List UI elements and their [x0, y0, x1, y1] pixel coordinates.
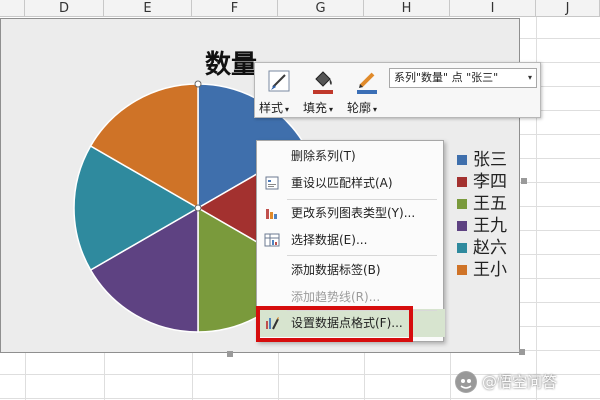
menu-item-label: 重设以匹配样式(A)	[291, 176, 393, 190]
column-header-f[interactable]: F	[192, 0, 278, 17]
grid-line	[104, 353, 105, 400]
legend-label: 王小	[473, 260, 507, 280]
annotation-highlight-box	[256, 306, 413, 342]
legend-label: 王五	[473, 194, 507, 214]
resize-handle-bottom[interactable]	[227, 351, 233, 357]
menu-separator	[287, 255, 437, 256]
menu-item-reset-style[interactable]: 重设以匹配样式(A)	[258, 171, 443, 195]
legend-item[interactable]: 王五	[457, 193, 527, 215]
grid-line	[0, 398, 600, 399]
legend-item[interactable]: 赵六	[457, 237, 527, 259]
reset-style-icon	[265, 176, 279, 190]
legend-swatch	[457, 243, 467, 253]
menu-item-select-data[interactable]: 选择数据(E)...	[258, 228, 443, 252]
menu-item-change-chart-type[interactable]: 更改系列图表类型(Y)...	[258, 201, 443, 225]
menu-item-label: 选择数据(E)...	[291, 233, 368, 247]
selection-handle[interactable]	[194, 80, 202, 88]
fill-button[interactable]: 填充 ▾	[303, 69, 343, 115]
chevron-down-icon: ▾	[373, 105, 378, 114]
chart-type-icon	[266, 209, 277, 219]
outline-label: 轮廓	[347, 101, 372, 115]
legend-item[interactable]: 李四	[457, 171, 527, 193]
legend-label: 李四	[473, 172, 507, 192]
grid-line	[25, 353, 26, 400]
outline-button[interactable]: 轮廓 ▾	[347, 69, 387, 115]
chevron-down-icon: ▾	[527, 73, 532, 82]
legend-item[interactable]: 王小	[457, 259, 527, 281]
column-header-g[interactable]: G	[278, 0, 364, 17]
column-header-d[interactable]: D	[25, 0, 104, 17]
grid-line	[450, 353, 451, 400]
legend-swatch	[457, 199, 467, 209]
column-header-i[interactable]: I	[450, 0, 536, 17]
chart-mini-toolbar[interactable]: 样式 ▾ 填充 ▾ 轮廓 ▾ 系列"数量" 点 "张三" ▾	[254, 62, 541, 118]
column-header-h[interactable]: H	[364, 0, 450, 17]
resize-handle-corner[interactable]	[519, 349, 525, 355]
legend-item[interactable]: 张三	[457, 149, 527, 171]
watermark-text: @悟空问答	[482, 373, 558, 391]
wukong-logo-icon	[455, 371, 477, 393]
chevron-down-icon: ▾	[285, 105, 290, 114]
menu-item-delete-series[interactable]: 删除系列(T)	[258, 144, 443, 168]
style-button[interactable]: 样式 ▾	[259, 69, 299, 115]
selection-handle[interactable]	[194, 204, 202, 212]
legend-swatch	[457, 221, 467, 231]
legend-label: 张三	[473, 150, 507, 170]
menu-item-label: 添加数据标签(B)	[291, 263, 381, 277]
paint-bucket-icon	[313, 71, 333, 94]
column-header-blank[interactable]	[0, 0, 25, 17]
legend-swatch	[457, 265, 467, 275]
menu-item-label: 删除系列(T)	[291, 149, 356, 163]
legend-swatch	[457, 155, 467, 165]
series-selector-value: 系列"数量" 点 "张三"	[394, 71, 499, 84]
fill-label: 填充	[303, 101, 328, 115]
legend-swatch	[457, 177, 467, 187]
grid-line	[278, 353, 279, 400]
pencil-icon	[357, 72, 377, 94]
legend-label: 赵六	[473, 238, 507, 258]
resize-handle-right[interactable]	[521, 178, 527, 184]
column-header-j[interactable]: J	[536, 0, 600, 17]
menu-item-add-data-labels[interactable]: 添加数据标签(B)	[258, 258, 443, 282]
column-header-e[interactable]: E	[104, 0, 192, 17]
select-data-icon	[264, 233, 280, 247]
chevron-down-icon: ▾	[329, 105, 334, 114]
style-label: 样式	[259, 101, 284, 115]
legend-label: 王九	[473, 216, 507, 236]
menu-item-label: 更改系列图表类型(Y)...	[291, 206, 416, 220]
brush-icon	[268, 70, 290, 92]
grid-line	[364, 353, 365, 400]
grid-line	[192, 353, 193, 400]
series-selector-dropdown[interactable]: 系列"数量" 点 "张三" ▾	[389, 68, 537, 88]
menu-separator	[287, 199, 437, 200]
legend-item[interactable]: 王九	[457, 215, 527, 237]
